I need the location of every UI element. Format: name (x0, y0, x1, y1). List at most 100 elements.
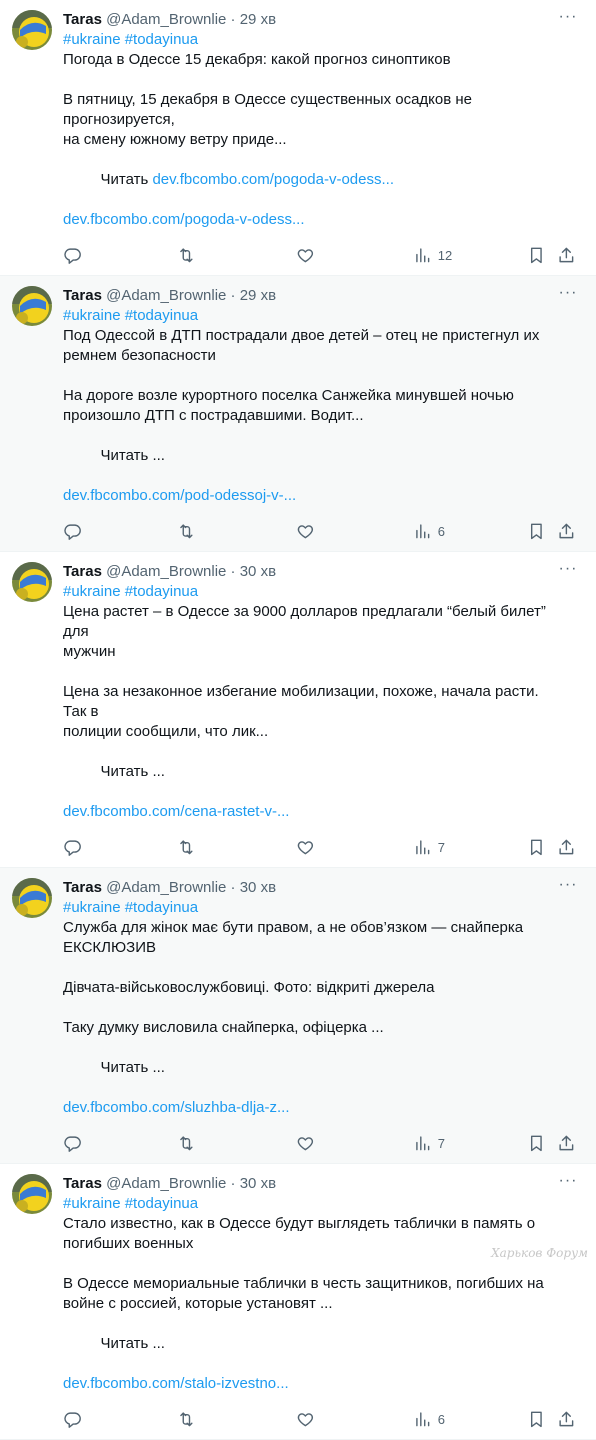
tweet-text: Служба для жінок має бути правом, а не о… (63, 918, 558, 1038)
tweet[interactable]: ··· Taras @Adam_Brownlie · 29 хв #ukrain… (0, 276, 596, 552)
like-button[interactable] (296, 1123, 315, 1163)
timestamp[interactable]: 30 хв (240, 879, 276, 896)
hashtags[interactable]: #ukraine #todayinua (63, 1194, 558, 1214)
hashtags[interactable]: #ukraine #todayinua (63, 898, 558, 918)
more-icon[interactable]: ··· (556, 561, 580, 581)
retweet-button[interactable] (177, 827, 196, 867)
read-more-line: Читать ... (63, 426, 558, 486)
read-label: Читать ... (96, 763, 165, 780)
share-button[interactable] (557, 235, 576, 275)
read-link[interactable]: dev.fbcombo.com/pogoda-v-odess... (152, 171, 394, 188)
tweet[interactable]: ··· Taras @Adam_Brownlie · 30 хв #ukrain… (0, 868, 596, 1164)
reply-button[interactable] (63, 1123, 82, 1163)
like-icon (297, 248, 314, 262)
views-button[interactable]: 7 (413, 1123, 445, 1163)
reply-button[interactable] (63, 1399, 82, 1439)
bookmark-button[interactable] (527, 1123, 546, 1163)
tweet-link[interactable]: dev.fbcombo.com/sluzhba-dlja-z... (63, 1098, 558, 1118)
tweet-text-line: мужчин (63, 643, 116, 660)
read-label: Читать ... (96, 1059, 165, 1076)
tweet-text-line: ЕКСКЛЮЗИВ (63, 939, 156, 956)
like-button[interactable] (296, 511, 315, 551)
hashtags[interactable]: #ukraine #todayinua (63, 30, 558, 50)
tweet-text-line (63, 70, 558, 90)
share-button[interactable] (557, 1399, 576, 1439)
share-button[interactable] (557, 827, 576, 867)
bookmark-button[interactable] (527, 827, 546, 867)
bookmark-icon (530, 839, 542, 855)
bookmark-button[interactable] (527, 1399, 546, 1439)
timestamp[interactable]: 30 хв (240, 1175, 276, 1192)
tweet-text: Под Одессой в ДТП пострадали двое детей … (63, 326, 558, 426)
views-icon (416, 840, 430, 854)
reply-icon (64, 840, 81, 856)
tweet-link[interactable]: dev.fbcombo.com/cena-rastet-v-... (63, 802, 558, 822)
author-name[interactable]: Taras (63, 287, 102, 304)
like-icon (297, 524, 314, 538)
more-icon[interactable]: ··· (556, 9, 580, 29)
timeline-feed: ··· Taras @Adam_Brownlie · 29 хв #ukrain… (0, 0, 596, 1440)
views-count: 7 (437, 839, 445, 855)
bookmark-button[interactable] (527, 235, 546, 275)
tweet-link[interactable]: dev.fbcombo.com/pogoda-v-odess... (63, 210, 558, 230)
tweet-text-line: Таку думку висловила снайперка, офіцерка… (63, 1019, 384, 1036)
views-button[interactable]: 6 (413, 511, 445, 551)
read-more-line: Читать ... (63, 1314, 558, 1374)
bookmark-button[interactable] (527, 511, 546, 551)
reply-button[interactable] (63, 235, 82, 275)
hashtags[interactable]: #ukraine #todayinua (63, 306, 558, 326)
tweet-text: Цена растет – в Одессе за 9000 долларов … (63, 602, 558, 742)
timestamp[interactable]: 29 хв (240, 11, 276, 28)
share-icon (559, 523, 574, 538)
retweet-button[interactable] (177, 235, 196, 275)
author-handle[interactable]: @Adam_Brownlie (106, 1175, 226, 1192)
avatar[interactable] (12, 878, 52, 918)
avatar[interactable] (12, 1174, 52, 1214)
timestamp[interactable]: 29 хв (240, 287, 276, 304)
avatar[interactable] (12, 562, 52, 602)
author-name[interactable]: Taras (63, 563, 102, 580)
reply-button[interactable] (63, 827, 82, 867)
tweet-text-line: Дівчата-військовослужбовиці. Фото: відкр… (63, 979, 435, 996)
tweet[interactable]: ··· Taras @Adam_Brownlie · 30 хв #ukrain… (0, 552, 596, 868)
more-icon[interactable]: ··· (556, 1173, 580, 1193)
author-handle[interactable]: @Adam_Brownlie (106, 879, 226, 896)
reply-button[interactable] (63, 511, 82, 551)
tweet-text-line: В пятницу, 15 декабря в Одессе существен… (63, 91, 477, 128)
like-button[interactable] (296, 235, 315, 275)
more-icon[interactable]: ··· (556, 285, 580, 305)
author-name[interactable]: Taras (63, 11, 102, 28)
author-handle[interactable]: @Adam_Brownlie (106, 563, 226, 580)
tweet[interactable]: ··· Taras @Adam_Brownlie · 30 хв #ukrain… (0, 1164, 596, 1440)
action-bar: 6 (63, 1399, 574, 1439)
author-name[interactable]: Taras (63, 1175, 102, 1192)
tweet[interactable]: ··· Taras @Adam_Brownlie · 29 хв #ukrain… (0, 0, 596, 276)
tweet-text-line: Погода в Одессе 15 декабря: какой прогно… (63, 51, 451, 68)
author-name[interactable]: Taras (63, 879, 102, 896)
read-more-line: Читать dev.fbcombo.com/pogoda-v-odess... (63, 150, 558, 210)
tweet-link[interactable]: dev.fbcombo.com/pod-odessoj-v-... (63, 486, 558, 506)
more-icon[interactable]: ··· (556, 877, 580, 897)
share-button[interactable] (557, 1123, 576, 1163)
retweet-button[interactable] (177, 1399, 196, 1439)
views-button[interactable]: 6 (413, 1399, 445, 1439)
like-button[interactable] (296, 1399, 315, 1439)
views-button[interactable]: 12 (413, 235, 452, 275)
views-button[interactable]: 7 (413, 827, 445, 867)
tweet-text-line: Цена за незаконное избегание мобилизации… (63, 683, 543, 720)
read-label: Читать (96, 171, 153, 188)
hashtags[interactable]: #ukraine #todayinua (63, 582, 558, 602)
retweet-button[interactable] (177, 1123, 196, 1163)
tweet-text-line (63, 958, 558, 978)
tweet-text-line (63, 662, 558, 682)
avatar[interactable] (12, 286, 52, 326)
retweet-button[interactable] (177, 511, 196, 551)
like-button[interactable] (296, 827, 315, 867)
author-handle[interactable]: @Adam_Brownlie (106, 11, 226, 28)
tweet-link[interactable]: dev.fbcombo.com/stalo-izvestno... (63, 1374, 558, 1394)
timestamp[interactable]: 30 хв (240, 563, 276, 580)
tweet-text-line: Под Одессой в ДТП пострадали двое детей … (63, 327, 540, 344)
author-handle[interactable]: @Adam_Brownlie (106, 287, 226, 304)
avatar[interactable] (12, 10, 52, 50)
share-button[interactable] (557, 511, 576, 551)
